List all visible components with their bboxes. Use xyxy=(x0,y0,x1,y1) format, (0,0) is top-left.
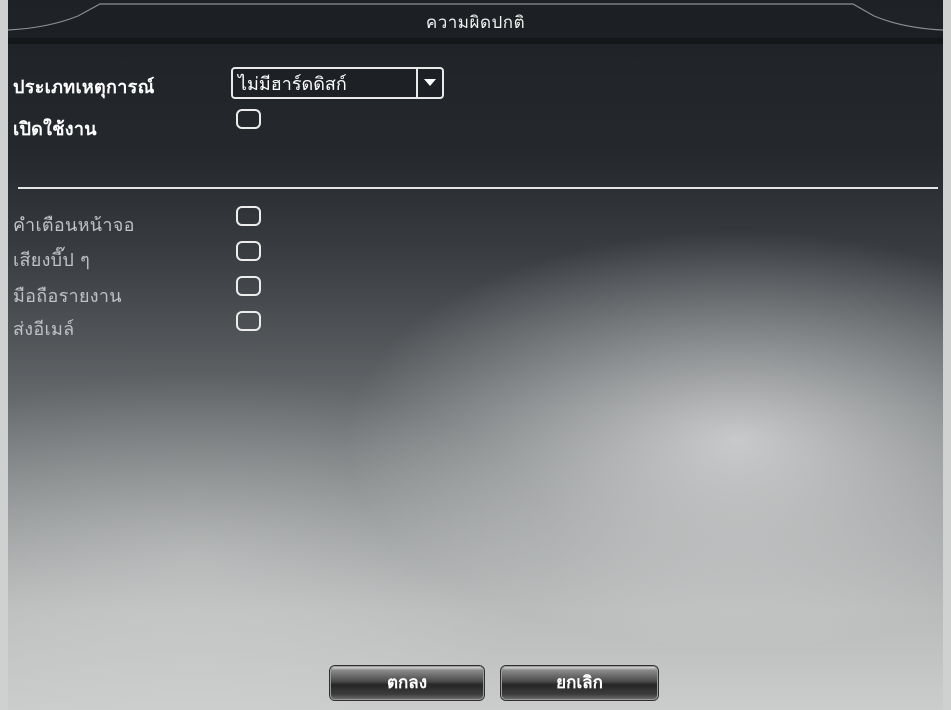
beep-label: เสียงบี๊ป ๆ xyxy=(13,250,91,271)
chevron-down-icon[interactable] xyxy=(416,69,442,97)
event-type-select[interactable]: ไม่มีฮาร์ดดิสก์ xyxy=(231,67,444,99)
window-title: ความผิดปกติ xyxy=(425,13,526,33)
enable-checkbox[interactable] xyxy=(236,109,261,129)
title-bar: ความผิดปกติ xyxy=(8,0,943,44)
screen-alert-label: คำเตือนหน้าจอ xyxy=(13,215,135,236)
mobile-report-checkbox[interactable] xyxy=(236,276,261,296)
ok-button[interactable]: ตกลง xyxy=(330,666,484,700)
section-divider xyxy=(18,187,938,189)
send-email-checkbox[interactable] xyxy=(236,311,261,331)
event-type-label: ประเภทเหตุการณ์ xyxy=(13,77,155,98)
send-email-label: ส่งอีเมล์ xyxy=(13,319,75,340)
beep-checkbox[interactable] xyxy=(236,241,261,261)
event-type-value: ไม่มีฮาร์ดดิสก์ xyxy=(238,73,347,95)
screen-alert-checkbox[interactable] xyxy=(236,206,261,226)
cancel-button[interactable]: ยกเลิก xyxy=(501,666,658,700)
enable-label: เปิดใช้งาน xyxy=(13,119,97,140)
dialog-window: ความผิดปกติ ประเภทเหตุการณ์ ไม่มีฮาร์ดดิ… xyxy=(8,0,943,710)
mobile-report-label: มือถือรายงาน xyxy=(13,286,122,307)
